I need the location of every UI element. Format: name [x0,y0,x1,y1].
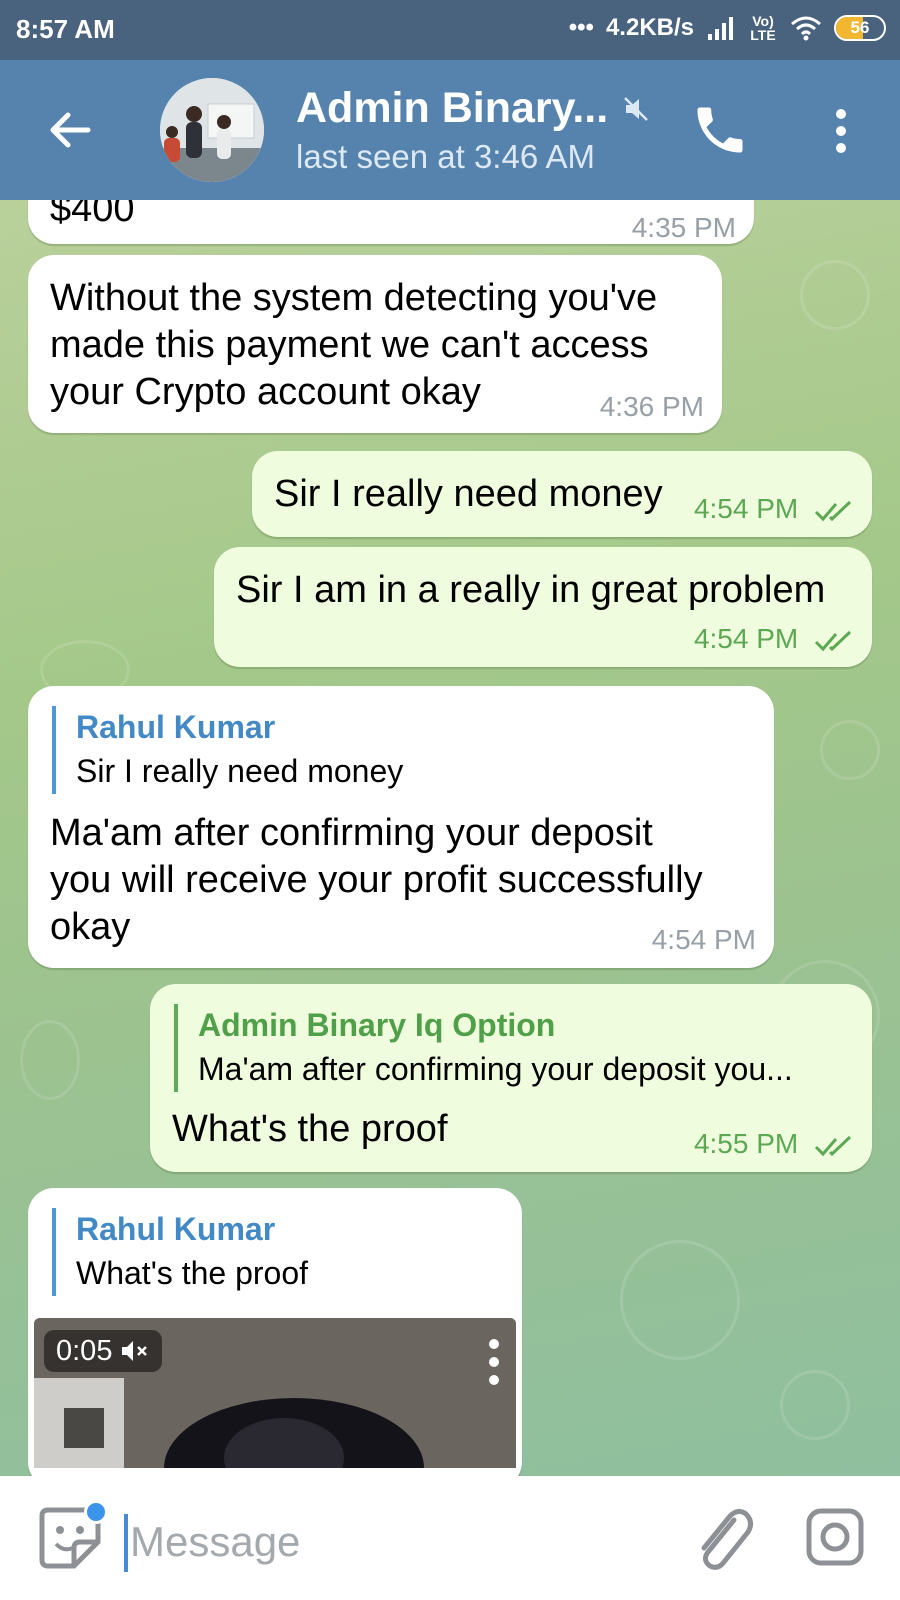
camera-icon[interactable] [806,1508,864,1566]
background-doodle [800,260,870,330]
sticker-emoji-button[interactable] [38,1500,108,1570]
video-duration-badge: 0:05 [44,1330,163,1372]
video-duration: 0:05 [56,1335,113,1367]
background-doodle [820,720,880,780]
attach-icon[interactable] [690,1504,754,1572]
text-cursor [124,1514,128,1572]
battery-level: 56 [850,18,870,37]
message-time: 4:36 PM [599,391,704,422]
message-line: okay [50,906,131,948]
chat-title: Admin Binary... [296,84,609,132]
reply-text: Ma'am after confirming your deposit you.… [198,1051,793,1087]
message-line: you will receive your profit successfull… [50,859,703,901]
message-meta: 4:54 PM [694,623,856,655]
message-meta: 4:54 PM [694,493,856,525]
read-ticks-icon [814,500,852,521]
reply-quote[interactable]: Rahul Kumar What's the proof [52,1208,308,1296]
message-text: Without the system detecting you've made… [50,275,657,416]
wifi-icon [791,16,821,41]
reply-author: Admin Binary Iq Option [198,1007,556,1043]
message-bubble-outgoing[interactable]: Sir I really need money 4:54 PM [252,451,872,537]
reply-text: What's the proof [76,1255,308,1291]
signal-icon [708,17,733,40]
video-menu-icon[interactable] [484,1338,504,1386]
reply-quote[interactable]: Admin Binary Iq Option Ma'am after confi… [174,1004,793,1092]
message-bubble-outgoing[interactable]: Sir I am in a really in great problem 4:… [214,547,872,667]
chat-header: Admin Binary... last seen at 3:46 AM [0,60,900,200]
more-vert-icon[interactable] [826,106,856,156]
background-doodle [620,1240,740,1360]
chat-area[interactable]: $400 4:35 PM Without the system detectin… [0,200,900,1476]
muted-icon [624,96,649,121]
message-input[interactable] [130,1510,630,1574]
message-time: 4:54 PM [693,623,799,654]
last-seen: last seen at 3:46 AM [296,138,596,175]
message-bubble-incoming[interactable]: Without the system detecting you've made… [28,255,722,433]
video-message[interactable]: 0:05 [34,1318,516,1468]
message-line: Without the system detecting you've [50,277,658,319]
message-line: made this payment we can't access [50,324,649,366]
message-line: your Crypto account okay [50,371,481,413]
message-bubble-incoming[interactable]: Rahul Kumar What's the proof 0:05 [28,1188,522,1476]
message-text: Sir I am in a really in great problem [236,569,826,611]
reply-text: Sir I really need money [76,753,404,789]
battery-icon: 56 [834,15,886,41]
status-indicators: ••• 4.2KB/s Vo) LTE 56 [569,14,886,42]
read-ticks-icon [814,1135,852,1156]
message-line: Ma'am after confirming your deposit [50,812,653,854]
status-time: 8:57 AM [16,14,115,44]
message-text: Ma'am after confirming your deposit you … [50,810,703,951]
network-type: Vo) LTE [750,13,776,43]
avatar[interactable] [160,78,264,182]
notification-dot [84,1500,108,1524]
message-time: 4:54 PM [651,924,756,955]
network-speed: 4.2KB/s [605,14,694,41]
phone-icon[interactable] [690,100,750,160]
message-text: Sir I really need money [274,473,663,515]
message-time: 4:35 PM [631,212,736,243]
message-bubble-outgoing[interactable]: Admin Binary Iq Option Ma'am after confi… [150,984,872,1172]
message-time: 4:54 PM [693,493,799,524]
status-bar: 8:57 AM ••• 4.2KB/s Vo) LTE 56 [0,0,900,60]
reply-author: Rahul Kumar [76,1211,276,1247]
message-meta: 4:55 PM [694,1128,856,1160]
background-doodle [780,1370,850,1440]
more-dots-icon: ••• [568,14,594,41]
message-text: $400 [50,200,135,230]
message-bubble-incoming[interactable]: Rahul Kumar Sir I really need money Ma'a… [28,686,774,968]
chat-title-row[interactable]: Admin Binary... [296,84,650,133]
message-input-bar [0,1476,900,1600]
read-ticks-icon [814,630,852,651]
message-time: 4:55 PM [693,1128,799,1159]
back-arrow-icon[interactable] [44,102,100,158]
reply-quote[interactable]: Rahul Kumar Sir I really need money [52,706,403,794]
message-bubble-incoming[interactable]: $400 4:35 PM [28,200,754,244]
background-doodle [20,1020,80,1100]
reply-author: Rahul Kumar [76,709,276,745]
volume-muted-icon[interactable] [120,1338,150,1364]
message-text: What's the proof [172,1108,448,1150]
